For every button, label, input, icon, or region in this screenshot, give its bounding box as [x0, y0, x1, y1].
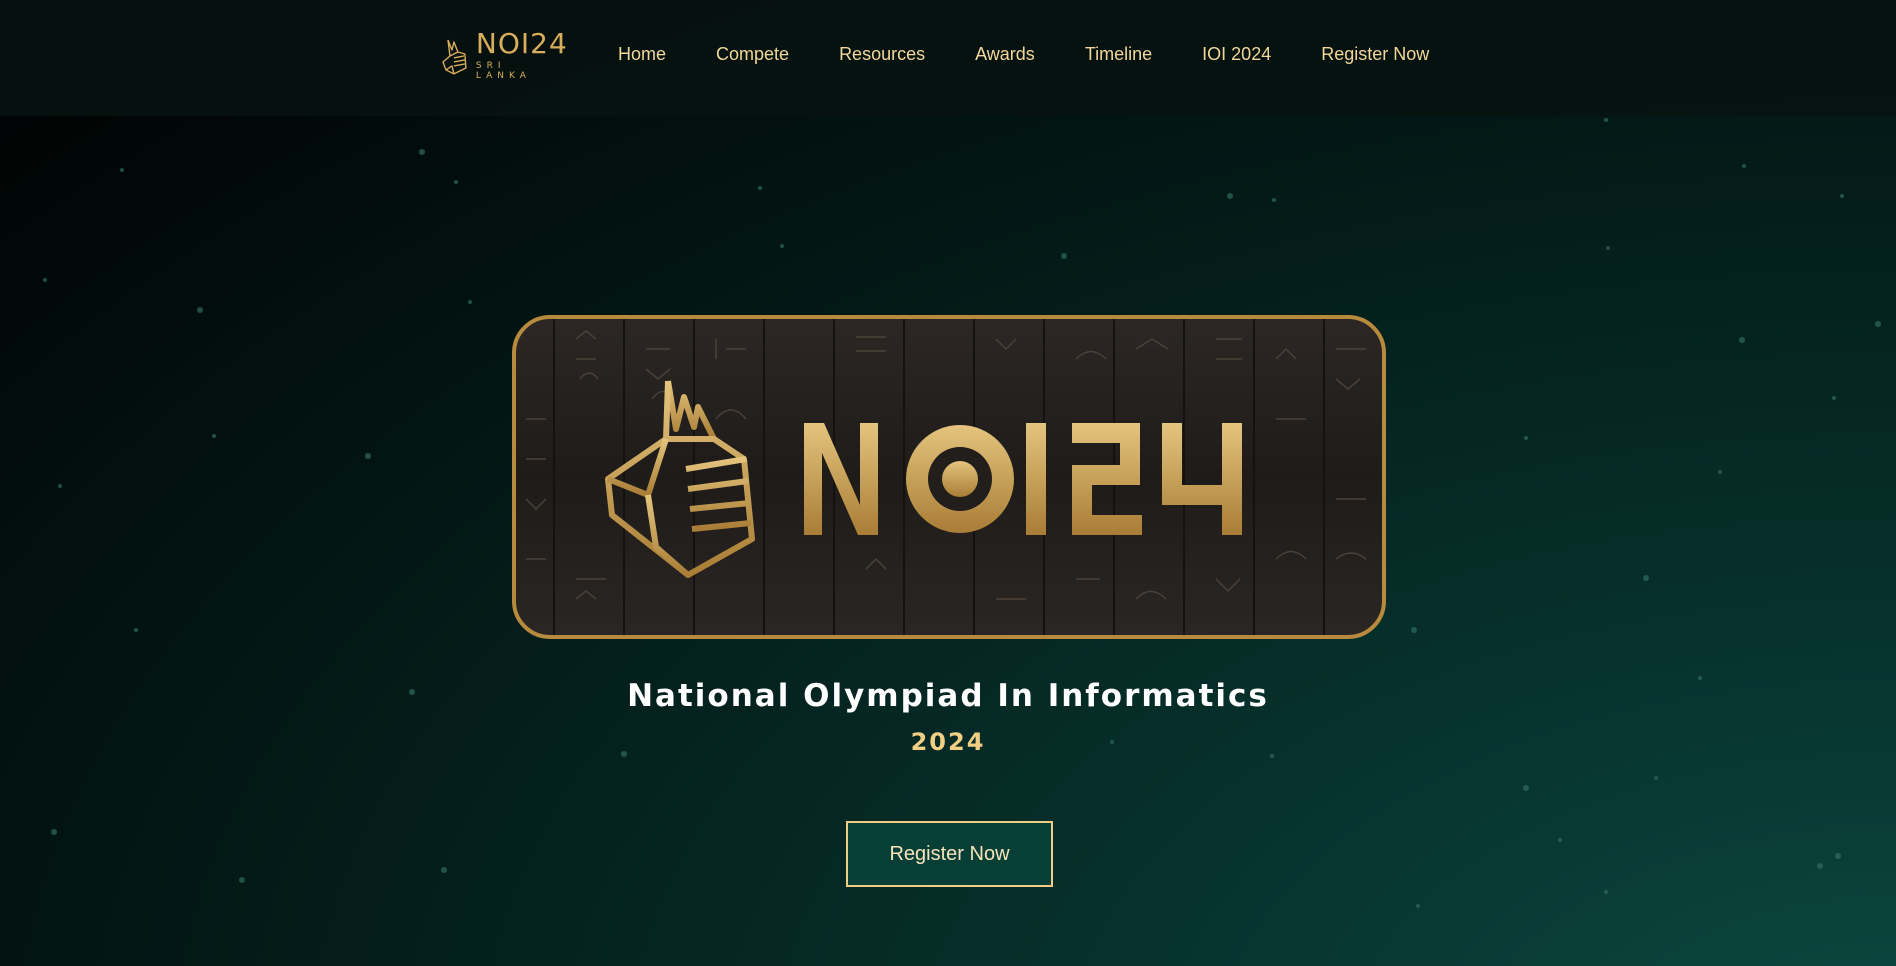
- nav-link-resources[interactable]: Resources: [839, 44, 925, 65]
- nav-link-home[interactable]: Home: [618, 44, 666, 65]
- noi24-logo[interactable]: NOI24 SRI LANKA: [440, 29, 568, 81]
- nav-link-awards[interactable]: Awards: [975, 44, 1035, 65]
- noi24-banner-wordmark: [804, 423, 1242, 535]
- nav-link-register-now[interactable]: Register Now: [1321, 44, 1429, 65]
- main-menu: Home Compete Resources Awards Timeline I…: [618, 0, 1479, 108]
- hero-year: 2024: [910, 728, 986, 756]
- nav-link-ioi-2024[interactable]: IOI 2024: [1202, 44, 1271, 65]
- hieroglyph-wall-background: [525, 319, 1367, 635]
- register-now-button[interactable]: Register Now: [846, 821, 1053, 887]
- nav-link-timeline[interactable]: Timeline: [1085, 44, 1152, 65]
- hero-title: National Olympiad In Informatics: [627, 678, 1269, 714]
- top-navigation-bar: NOI24 SRI LANKA Home Compete Resources A…: [0, 0, 1896, 116]
- logo-title: NOI24: [476, 29, 568, 59]
- logo-title-number: 24: [530, 27, 568, 60]
- sphinx-cat-logo-icon: [442, 39, 467, 75]
- logo-title-bold: NOI: [475, 27, 531, 60]
- nav-link-compete[interactable]: Compete: [716, 44, 789, 65]
- hero-banner-image: [512, 315, 1386, 639]
- logo-subtitle: SRI LANKA: [475, 61, 531, 81]
